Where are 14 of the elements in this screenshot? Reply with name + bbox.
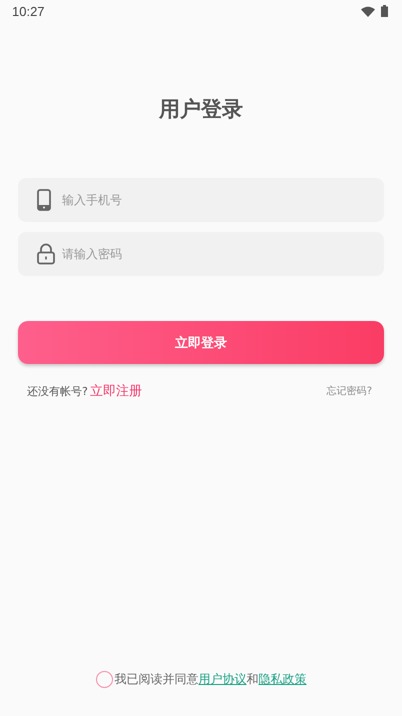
status-time: 10:27: [12, 4, 45, 18]
agreement-checkbox[interactable]: [96, 671, 112, 688]
input-field[interactable]: 请输入密码: [18, 232, 384, 276]
input-field[interactable]: 输入手机号: [18, 178, 384, 222]
wifi-icon: [361, 6, 375, 16]
battery-icon: [381, 5, 388, 17]
terms-link[interactable]: 用户协议: [198, 672, 246, 686]
login-button[interactable]: 立即登录: [18, 321, 384, 364]
agreement-text: 我已阅读并同意用户协议和隐私政策: [114, 671, 306, 688]
forgot-password-link[interactable]: 忘记密码?: [326, 384, 372, 398]
register-link[interactable]: 立即注册: [90, 382, 142, 400]
register-prompt: 还没有帐号?: [27, 384, 88, 398]
page-title: 用户登录: [159, 96, 243, 122]
privacy-link[interactable]: 隐私政策: [258, 672, 306, 686]
